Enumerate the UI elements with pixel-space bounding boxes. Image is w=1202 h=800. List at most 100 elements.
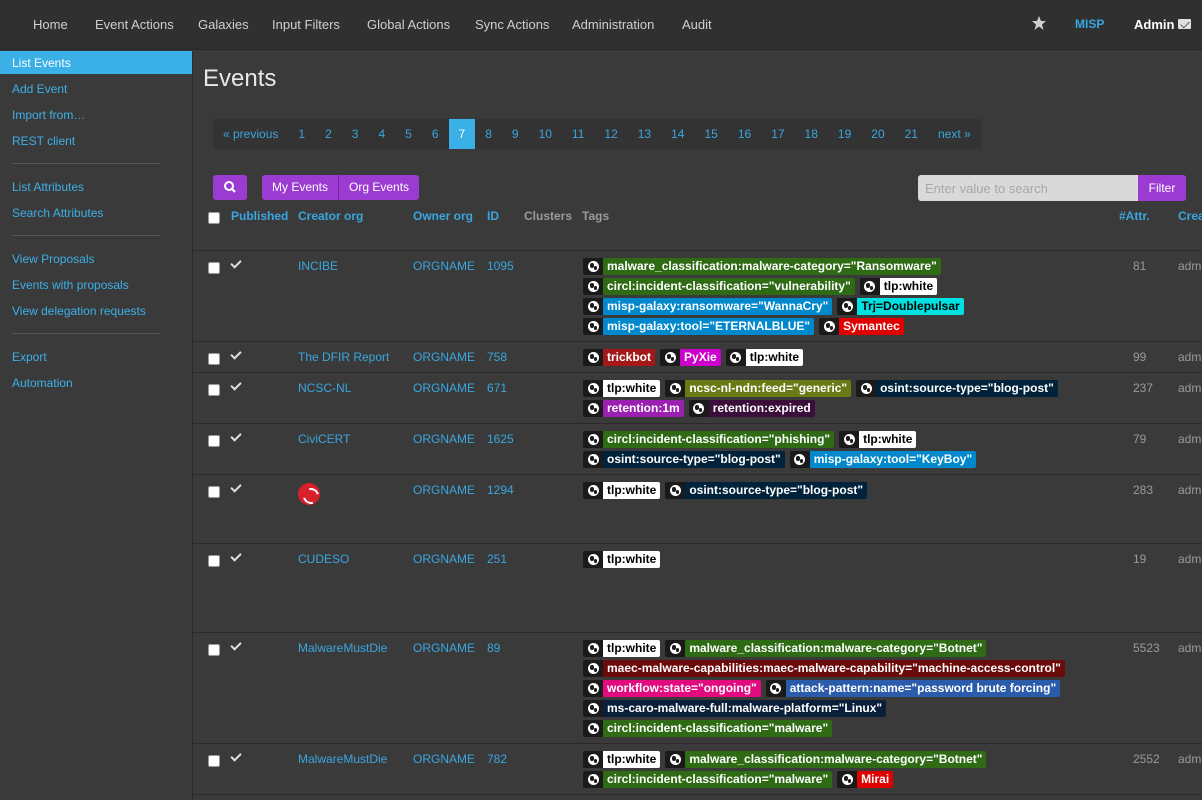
sidebar-item-list-attributes[interactable]: List Attributes: [0, 175, 192, 198]
owner-org-link[interactable]: ORGNAME: [413, 641, 475, 655]
filter-button[interactable]: Filter: [1138, 175, 1186, 201]
row-checkbox[interactable]: [208, 644, 220, 656]
tag[interactable]: Mirai: [837, 771, 894, 788]
nav-event-actions[interactable]: Event Actions: [95, 17, 174, 32]
page-link-9[interactable]: 9: [502, 119, 529, 149]
owner-org-link[interactable]: ORGNAME: [413, 552, 475, 566]
tag[interactable]: circl:incident-classification="phishing": [583, 431, 835, 448]
owner-org-link[interactable]: ORGNAME: [413, 350, 475, 364]
page-link-11[interactable]: 11: [562, 119, 594, 149]
mail-icon[interactable]: [1178, 19, 1191, 29]
tag[interactable]: tlp:white: [583, 380, 661, 397]
page-link-21[interactable]: 21: [895, 119, 928, 149]
tag[interactable]: circl:incident-classification="malware": [583, 771, 833, 788]
sidebar-item-search-attributes[interactable]: Search Attributes: [0, 201, 192, 224]
tag[interactable]: malware_classification:malware-category=…: [583, 258, 941, 275]
nav-galaxies[interactable]: Galaxies: [198, 17, 249, 32]
page-link-10[interactable]: 10: [529, 119, 562, 149]
sidebar-item-export[interactable]: Export: [0, 345, 192, 368]
event-id-link[interactable]: 1095: [487, 259, 514, 273]
tag[interactable]: osint:source-type="blog-post": [583, 451, 785, 468]
nav-audit[interactable]: Audit: [682, 17, 712, 32]
search-toggle-button[interactable]: [213, 175, 247, 200]
owner-org-link[interactable]: ORGNAME: [413, 752, 475, 766]
tag[interactable]: PyXie: [660, 349, 721, 366]
tag[interactable]: misp-galaxy:tool="ETERNALBLUE": [583, 318, 815, 335]
event-id-link[interactable]: 251: [487, 552, 507, 566]
header-creator-user[interactable]: Crea: [1178, 209, 1202, 223]
tag[interactable]: tlp:white: [859, 278, 938, 295]
page-link-6[interactable]: 6: [422, 119, 449, 149]
tag[interactable]: circl:incident-classification="malware": [583, 720, 833, 737]
tag[interactable]: misp-galaxy:tool="KeyBoy": [789, 451, 977, 468]
event-id-link[interactable]: 1294: [487, 483, 514, 497]
tag[interactable]: circl:incident-classification="vulnerabi…: [583, 278, 855, 295]
row-checkbox[interactable]: [208, 435, 220, 447]
event-id-link[interactable]: 758: [487, 350, 507, 364]
tag[interactable]: Symantec: [819, 318, 904, 335]
page-link-5[interactable]: 5: [395, 119, 422, 149]
search-input[interactable]: [918, 175, 1138, 201]
page-link-12[interactable]: 12: [594, 119, 627, 149]
select-all-checkbox[interactable]: [208, 212, 220, 224]
page-link-1[interactable]: 1: [288, 119, 315, 149]
event-id-link[interactable]: 782: [487, 752, 507, 766]
sidebar-item-events-with-proposals[interactable]: Events with proposals: [0, 273, 192, 296]
row-checkbox[interactable]: [208, 353, 220, 365]
tag[interactable]: tlp:white: [839, 431, 917, 448]
sidebar-item-rest-client[interactable]: REST client: [0, 129, 192, 152]
tag[interactable]: tlp:white: [583, 551, 661, 568]
tag[interactable]: retention:expired: [688, 400, 815, 417]
header-id[interactable]: ID: [487, 209, 499, 223]
tag[interactable]: retention:1m: [583, 400, 684, 417]
page-link-16[interactable]: 16: [728, 119, 761, 149]
tag[interactable]: attack-pattern:name="password brute forc…: [765, 680, 1061, 697]
tag[interactable]: Trj=Doublepulsar: [837, 298, 964, 315]
page-link-17[interactable]: 17: [761, 119, 794, 149]
page-link-3[interactable]: 3: [342, 119, 369, 149]
creator-org-link[interactable]: INCIBE: [298, 259, 338, 273]
page-link-14[interactable]: 14: [661, 119, 694, 149]
creator-org-link[interactable]: NCSC-NL: [298, 381, 351, 395]
page-link-19[interactable]: 19: [828, 119, 861, 149]
tag[interactable]: ncsc-nl-ndn:feed="generic": [665, 380, 852, 397]
tag[interactable]: malware_classification:malware-category=…: [665, 640, 987, 657]
owner-org-link[interactable]: ORGNAME: [413, 432, 475, 446]
tag[interactable]: tlp:white: [583, 640, 661, 657]
tag[interactable]: workflow:state="ongoing": [583, 680, 761, 697]
tag[interactable]: tlp:white: [583, 482, 661, 499]
row-checkbox[interactable]: [208, 384, 220, 396]
my-events-button[interactable]: My Events: [262, 175, 339, 200]
event-id-link[interactable]: 671: [487, 381, 507, 395]
sidebar-item-import-from[interactable]: Import from…: [0, 103, 192, 126]
header-creator-org[interactable]: Creator org: [298, 209, 363, 223]
row-checkbox[interactable]: [208, 755, 220, 767]
header-published[interactable]: Published: [231, 209, 288, 223]
page-link-18[interactable]: 18: [795, 119, 828, 149]
tag[interactable]: ms-caro-malware-full:malware-platform="L…: [583, 700, 887, 717]
page-link-15[interactable]: 15: [694, 119, 727, 149]
tag[interactable]: tlp:white: [725, 349, 804, 366]
sidebar-item-view-delegation-requests[interactable]: View delegation requests: [0, 299, 192, 322]
page-link-previous[interactable]: « previous: [213, 119, 288, 149]
tag[interactable]: osint:source-type="blog-post": [665, 482, 868, 499]
creator-org-link[interactable]: MalwareMustDie: [298, 752, 387, 766]
page-link-8[interactable]: 8: [475, 119, 502, 149]
sidebar-item-list-events[interactable]: List Events: [0, 51, 192, 74]
nav-global-actions[interactable]: Global Actions: [367, 17, 450, 32]
creator-org-link[interactable]: MalwareMustDie: [298, 641, 387, 655]
brand-link[interactable]: MISP: [1075, 17, 1104, 31]
tag[interactable]: osint:source-type="blog-post": [856, 380, 1058, 397]
nav-administration[interactable]: Administration: [572, 17, 654, 32]
event-id-link[interactable]: 1625: [487, 432, 514, 446]
header-attribute-count[interactable]: #Attr.: [1119, 209, 1150, 223]
tag[interactable]: malware_classification:malware-category=…: [665, 751, 987, 768]
page-link-13[interactable]: 13: [628, 119, 661, 149]
page-link-7[interactable]: 7: [448, 119, 476, 149]
row-checkbox[interactable]: [208, 555, 220, 567]
header-owner-org[interactable]: Owner org: [413, 209, 473, 223]
sidebar-item-view-proposals[interactable]: View Proposals: [0, 247, 192, 270]
row-checkbox[interactable]: [208, 262, 220, 274]
creator-org-logo-icon[interactable]: [298, 483, 320, 505]
nav-home[interactable]: Home: [33, 17, 68, 32]
